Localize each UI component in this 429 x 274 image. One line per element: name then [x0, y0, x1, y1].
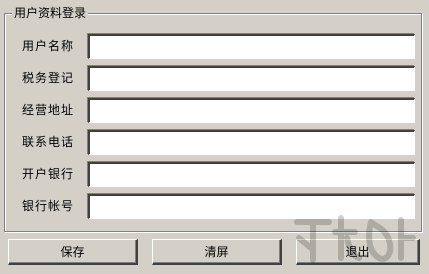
label-user-name: 用户名称	[22, 39, 75, 53]
tax-registration-input[interactable]	[88, 66, 415, 91]
bank-account-input[interactable]	[88, 194, 415, 219]
groupbox-title: 用户资料登录	[12, 6, 89, 20]
exit-button[interactable]: 退出	[296, 239, 420, 265]
label-bank-account: 银行帐号	[22, 199, 75, 213]
user-name-input[interactable]	[88, 34, 415, 59]
clear-button[interactable]: 清屏	[152, 239, 282, 265]
label-business-address: 经营地址	[22, 103, 75, 117]
label-tax-registration: 税务登记	[22, 71, 75, 85]
save-button[interactable]: 保存	[8, 239, 138, 265]
label-phone: 联系电话	[22, 135, 75, 149]
business-address-input[interactable]	[88, 98, 415, 123]
bank-input[interactable]	[88, 162, 415, 187]
phone-input[interactable]	[88, 130, 415, 155]
label-bank: 开户银行	[22, 167, 75, 181]
